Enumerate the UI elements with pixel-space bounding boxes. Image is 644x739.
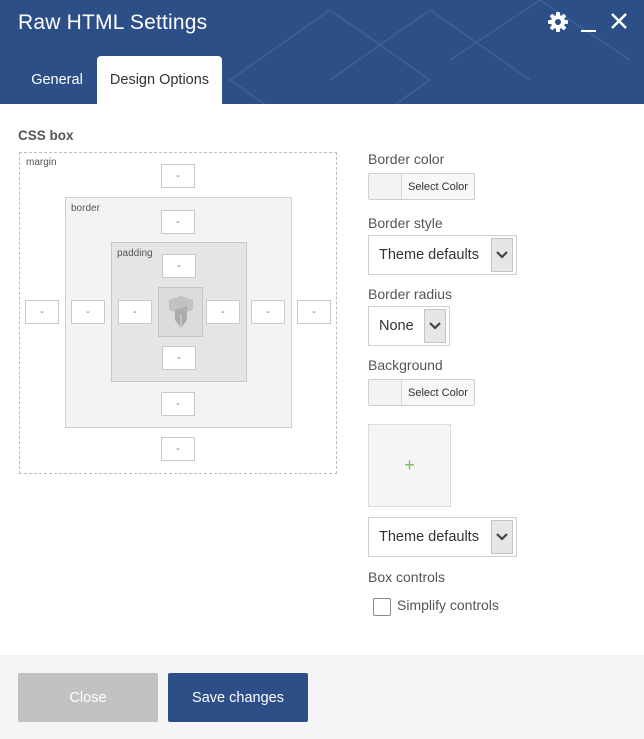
border-label: border [71,203,100,214]
close-icon[interactable] [610,12,628,30]
border-color-button[interactable]: Select Color [368,173,475,200]
border-bottom-input[interactable] [161,392,195,416]
close-button[interactable]: Close [18,673,158,722]
content-box [158,287,203,337]
css-box-title: CSS box [18,128,74,143]
padding-box: padding [111,242,247,382]
chevron-down-icon [491,238,513,272]
padding-top-input[interactable] [162,254,196,278]
dialog-title: Raw HTML Settings [18,11,208,34]
border-color-label: Border color [368,151,445,167]
padding-bottom-input[interactable] [162,346,196,370]
border-box: border padding [65,197,292,428]
chevron-down-icon [491,520,513,554]
margin-left-input[interactable] [25,300,59,324]
border-right-input[interactable] [251,300,285,324]
border-style-select[interactable]: Theme defaults [368,235,517,275]
border-style-value: Theme defaults [379,247,479,263]
plus-icon: + [404,455,415,475]
border-top-input[interactable] [161,210,195,234]
margin-label: margin [26,157,57,168]
background-color-swatch [369,380,402,405]
border-radius-select[interactable]: None [368,306,450,346]
background-style-select[interactable]: Theme defaults [368,517,517,557]
padding-right-input[interactable] [206,300,240,324]
background-style-value: Theme defaults [379,529,479,545]
background-color-button-label: Select Color [408,386,468,399]
minimize-icon[interactable] [581,30,596,32]
simplify-controls-label: Simplify controls [397,597,499,613]
border-style-label: Border style [368,215,443,231]
tab-design-options[interactable]: Design Options [97,56,222,104]
save-changes-button[interactable]: Save changes [168,673,308,722]
css-box-editor: margin border padding [19,152,337,474]
chevron-down-icon [424,309,446,343]
border-radius-label: Border radius [368,286,453,302]
margin-bottom-input[interactable] [161,437,195,461]
background-color-button[interactable]: Select Color [368,379,475,406]
margin-top-input[interactable] [161,164,195,188]
border-color-button-label: Select Color [408,180,468,193]
margin-right-input[interactable] [297,300,331,324]
simplify-controls-checkbox[interactable] [373,598,391,616]
border-color-swatch [369,174,402,199]
border-left-input[interactable] [71,300,105,324]
padding-left-input[interactable] [118,300,152,324]
tab-general[interactable]: General [18,56,96,104]
box-controls-label: Box controls [368,569,446,585]
add-background-image-button[interactable]: + [368,424,451,507]
padding-label: padding [117,248,153,259]
background-label: Background [368,357,443,373]
dialog-header: Raw HTML Settings General Design Options [0,0,644,104]
border-radius-value: None [379,318,414,334]
gear-icon[interactable] [548,12,568,32]
builder-logo-icon [168,296,193,328]
